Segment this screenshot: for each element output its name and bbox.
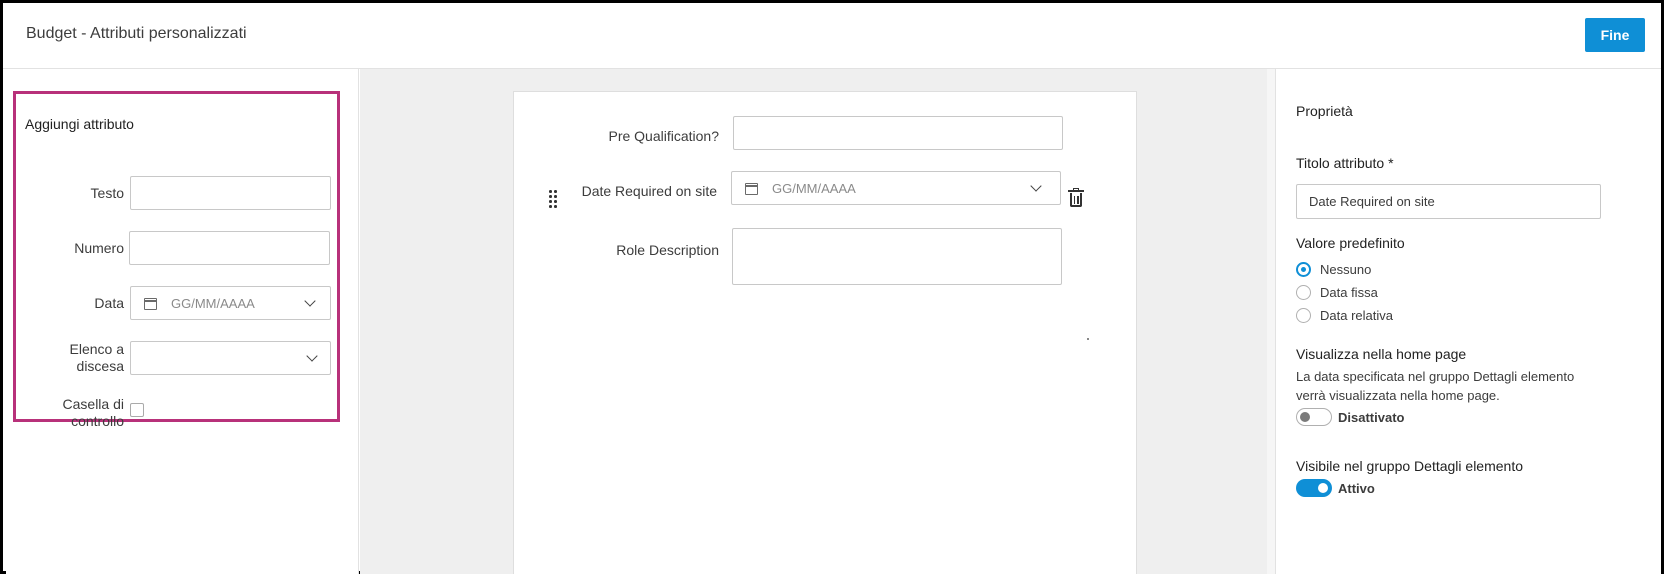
text-label: Testo <box>90 185 124 201</box>
role-description-textarea[interactable] <box>732 228 1062 285</box>
radio-relative-date[interactable]: Data relativa <box>1296 308 1393 323</box>
header: Budget - Attributi personalizzati Fine <box>3 3 1661 69</box>
done-button[interactable]: Fine <box>1585 18 1645 52</box>
number-input[interactable] <box>129 231 330 265</box>
radio-relative-date-label: Data relativa <box>1320 308 1393 323</box>
radio-button[interactable] <box>1296 285 1311 300</box>
radio-fixed-date-label: Data fissa <box>1320 285 1378 300</box>
dot <box>1087 338 1089 340</box>
form-sheet: Pre Qualification? Date Required on site… <box>513 91 1137 574</box>
add-attribute-box: Aggiungi attributo Testo Numero Data GG/… <box>13 91 340 429</box>
date-required-placeholder: GG/MM/AAAA <box>772 180 856 196</box>
home-page-toggle-label: Disattivato <box>1338 409 1405 425</box>
add-attribute-panel: Aggiungi attributo Testo Numero Data GG/… <box>6 69 359 574</box>
home-page-toggle-row[interactable]: Disattivato <box>1296 408 1404 426</box>
properties-title: Proprietà <box>1296 103 1353 119</box>
home-page-label: Visualizza nella home page <box>1296 346 1467 362</box>
radio-none[interactable]: Nessuno <box>1296 262 1371 277</box>
checkbox-label-line2: controllo <box>71 413 124 429</box>
radio-button-selected[interactable] <box>1296 262 1311 277</box>
chevron-down-icon[interactable] <box>306 297 316 307</box>
checkbox-label-line1: Casella di <box>62 396 124 412</box>
drag-handle-icon[interactable] <box>549 190 559 208</box>
dropdown-label-line1: Elenco a <box>69 341 124 357</box>
calendar-icon <box>744 181 758 195</box>
calendar-icon <box>143 296 157 310</box>
radio-fixed-date[interactable]: Data fissa <box>1296 285 1378 300</box>
attribute-title-input[interactable]: Date Required on site <box>1296 184 1601 219</box>
default-value-label: Valore predefinito <box>1296 235 1405 251</box>
chevron-down-icon[interactable] <box>1032 182 1042 192</box>
dropdown-label-line2: discesa <box>76 358 124 374</box>
home-page-toggle[interactable] <box>1296 408 1332 426</box>
dropdown-label: Elenco a discesa <box>70 341 124 375</box>
role-description-label: Role Description <box>616 242 719 258</box>
page-title: Budget - Attributi personalizzati <box>26 25 247 42</box>
add-attribute-title: Aggiungi attributo <box>25 116 134 132</box>
pre-qualification-input[interactable] <box>733 116 1063 150</box>
text-input[interactable] <box>130 176 331 210</box>
window: Budget - Attributi personalizzati Fine A… <box>0 0 1664 574</box>
visible-label: Visibile nel gruppo Dettagli elemento <box>1296 458 1523 474</box>
date-placeholder: GG/MM/AAAA <box>171 295 255 311</box>
number-label: Numero <box>74 240 124 256</box>
pre-qualification-label: Pre Qualification? <box>608 128 719 144</box>
visible-toggle-row[interactable]: Attivo <box>1296 479 1375 497</box>
date-required-input[interactable]: GG/MM/AAAA <box>731 171 1061 205</box>
checkbox[interactable] <box>130 403 144 417</box>
trash-icon[interactable] <box>1067 188 1085 208</box>
date-input[interactable]: GG/MM/AAAA <box>130 286 331 320</box>
checkbox-label: Casella di controllo <box>63 396 124 430</box>
properties-panel: Proprietà Titolo attributo * Date Requir… <box>1275 69 1661 574</box>
date-required-label: Date Required on site <box>581 183 717 199</box>
chevron-down-icon[interactable] <box>308 352 318 362</box>
scrollbar[interactable] <box>1267 69 1275 574</box>
visible-toggle[interactable] <box>1296 479 1332 497</box>
attribute-title-label: Titolo attributo * <box>1296 155 1394 171</box>
visible-toggle-label: Attivo <box>1338 480 1375 496</box>
home-page-description: La data specificata nel gruppo Dettagli … <box>1296 369 1575 403</box>
dropdown-select[interactable] <box>130 341 331 375</box>
radio-none-label: Nessuno <box>1320 262 1372 277</box>
date-label: Data <box>94 295 124 311</box>
radio-button[interactable] <box>1296 308 1311 323</box>
